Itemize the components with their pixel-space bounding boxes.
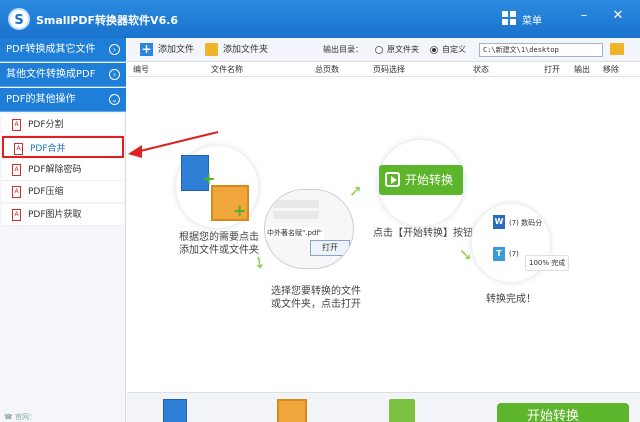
- chevron-right-icon: ›: [109, 44, 120, 55]
- sidebar-category-label: 其他文件转换成PDF: [6, 69, 96, 80]
- start-convert-illustration-label: 开始转换: [405, 173, 454, 187]
- sidebar-item-pdf-image-extract[interactable]: A PDF图片获取: [2, 204, 124, 226]
- step2-caption: 选择您要转换的文件 或文件夹，点击打开: [271, 286, 361, 310]
- sidebar-item-label: PDF分割: [28, 120, 64, 130]
- menu-grid-icon[interactable]: [502, 11, 516, 25]
- sidebar-item-pdf-compress[interactable]: A PDF压缩: [2, 181, 124, 203]
- folder-add-icon: [205, 43, 218, 56]
- output-path-field[interactable]: C:\新建文\1\desktop: [479, 43, 603, 57]
- app-window: S SmallPDF转换器软件V6.6 菜单 – ✕ PDF转换成其它文件 › …: [0, 0, 640, 422]
- radio-original-folder[interactable]: [375, 46, 383, 54]
- add-file-button[interactable]: + 添加文件: [140, 43, 194, 57]
- sidebar-footer[interactable]: ☎ 官网：: [4, 412, 36, 422]
- start-convert-illustration: 开始转换: [379, 165, 463, 195]
- pdf-file-icon: A: [12, 209, 21, 221]
- sidebar-item-pdf-merge[interactable]: A PDF合并: [2, 136, 124, 158]
- mini-filename: 中外著名赋".pdf": [265, 227, 325, 239]
- pdf-file-icon: A: [12, 119, 21, 131]
- column-header: 总页数: [315, 65, 339, 74]
- sidebar-item-label: PDF图片获取: [28, 210, 82, 220]
- column-header: 输出: [574, 65, 590, 74]
- pdf-file-icon: A: [12, 186, 21, 198]
- mini-list-row: [273, 200, 319, 208]
- add-file-icon[interactable]: [163, 399, 187, 422]
- pdf-file-icon: A: [14, 143, 23, 155]
- add-folder-label: 添加文件夹: [223, 45, 269, 55]
- sidebar-category-pdf-to-other[interactable]: PDF转换成其它文件 ›: [0, 38, 126, 62]
- sidebar-category-pdf-other-ops[interactable]: PDF的其他操作 ⌄: [0, 88, 126, 112]
- pdf-file-icon: A: [12, 164, 21, 176]
- sidebar-item-label: PDF合并: [30, 144, 66, 154]
- column-header: 移除: [603, 65, 619, 74]
- result-row: (7): [509, 250, 519, 258]
- file-list-area[interactable]: + + 根据您的需要点击 添加文件或文件夹 ➘ 中外著名赋".pdf" 打开 选…: [127, 77, 640, 392]
- word-file-icon: W: [493, 215, 505, 229]
- add-folder-icon[interactable]: [277, 399, 307, 422]
- mini-list-row: [273, 211, 319, 219]
- output-dir-label: 输出目录：: [323, 45, 363, 54]
- close-button[interactable]: ✕: [610, 8, 626, 24]
- step2-illustration: 中外著名赋".pdf" 打开: [264, 189, 354, 269]
- sidebar-category-label: PDF转换成其它文件: [6, 44, 96, 55]
- column-header: 文件名称: [211, 65, 243, 74]
- add-file-icon: +: [140, 42, 153, 56]
- sidebar-item-pdf-split[interactable]: A PDF分割: [2, 114, 124, 136]
- plus-icon: +: [233, 201, 247, 220]
- title-bar: S SmallPDF转换器软件V6.6 菜单 – ✕: [0, 0, 640, 38]
- column-header: 状态: [473, 65, 489, 74]
- sidebar-category-other-to-pdf[interactable]: 其他文件转换成PDF ›: [0, 63, 126, 87]
- chevron-down-icon: ⌄: [109, 94, 120, 105]
- radio-custom-label: 自定义: [442, 45, 466, 54]
- bottom-bar: 开始转换: [127, 392, 640, 422]
- word-file-icon: T: [493, 247, 505, 261]
- clear-list-icon[interactable]: [389, 399, 415, 422]
- minimize-button[interactable]: –: [576, 8, 592, 24]
- red-arrow-annotation: [128, 131, 219, 158]
- column-header: 打开: [544, 65, 560, 74]
- progress-complete-badge: 100% 完成: [525, 255, 570, 271]
- result-row: (7) 数码分: [509, 219, 543, 227]
- mini-open-button: 打开: [310, 240, 350, 256]
- step1-caption: 根据您的需要点击 添加文件或文件夹: [179, 232, 259, 256]
- play-icon: [385, 172, 400, 187]
- arrow-icon: ➚: [349, 181, 363, 200]
- menu-button[interactable]: 菜单: [522, 12, 542, 27]
- column-header: 页码选择: [373, 65, 405, 74]
- app-logo-icon: S: [8, 8, 30, 30]
- toolbar: + 添加文件 添加文件夹 输出目录： 原文件夹 自定义 C:\新建文\1\des…: [127, 38, 640, 62]
- browse-folder-icon[interactable]: [610, 43, 624, 55]
- sidebar-item-label: PDF解除密码: [28, 165, 82, 175]
- sidebar: PDF转换成其它文件 › 其他文件转换成PDF › PDF的其他操作 ⌄ A P…: [0, 38, 126, 422]
- step3-caption: 点击【开始转换】按钮: [373, 228, 473, 239]
- column-header: 编号: [133, 65, 149, 74]
- step4-illustration: [471, 203, 551, 283]
- chevron-right-icon: ›: [109, 69, 120, 80]
- radio-original-label: 原文件夹: [387, 45, 419, 54]
- file-table-header: 编号 文件名称 总页数 页码选择 状态 打开 输出 移除: [127, 62, 640, 77]
- add-folder-button[interactable]: 添加文件夹: [205, 43, 268, 57]
- start-convert-button[interactable]: 开始转换: [497, 403, 629, 422]
- add-file-label: 添加文件: [158, 45, 195, 55]
- sidebar-item-pdf-unlock[interactable]: A PDF解除密码: [2, 159, 124, 181]
- app-title: SmallPDF转换器软件V6.6: [36, 14, 179, 27]
- sidebar-item-label: PDF压缩: [28, 187, 64, 197]
- radio-custom-folder[interactable]: [430, 46, 438, 54]
- step4-caption: 转换完成！: [486, 294, 536, 305]
- sidebar-category-label: PDF的其他操作: [6, 94, 76, 105]
